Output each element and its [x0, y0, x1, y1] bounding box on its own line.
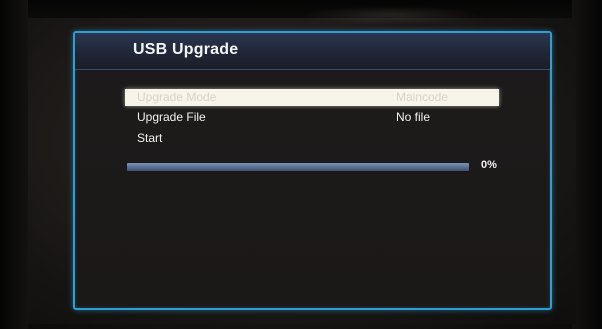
tv-bezel-left: [0, 0, 28, 329]
menu-item-upgrade-file[interactable]: Upgrade File No file: [125, 109, 499, 126]
menu-item-upgrade-mode[interactable]: Upgrade Mode Maincode: [125, 89, 499, 106]
start-label: Start: [137, 131, 163, 145]
upgrade-progress-bar: [127, 163, 469, 171]
usb-upgrade-dialog: USB Upgrade Upgrade Mode Maincode Upgrad…: [73, 31, 552, 310]
menu-item-start[interactable]: Start: [125, 130, 499, 147]
upgrade-progress-percent: 0%: [481, 159, 497, 171]
screen-glare: [300, 6, 480, 24]
upgrade-mode-value: Maincode: [396, 90, 449, 104]
dialog-title-bar: USB Upgrade: [75, 33, 550, 70]
upgrade-file-label: Upgrade File: [137, 110, 206, 124]
dialog-title: USB Upgrade: [133, 41, 239, 58]
tv-bezel-right: [572, 0, 602, 329]
upgrade-mode-label: Upgrade Mode: [137, 90, 217, 104]
upgrade-file-value: No file: [396, 110, 431, 124]
tv-photo: USB Upgrade Upgrade Mode Maincode Upgrad…: [0, 0, 602, 329]
